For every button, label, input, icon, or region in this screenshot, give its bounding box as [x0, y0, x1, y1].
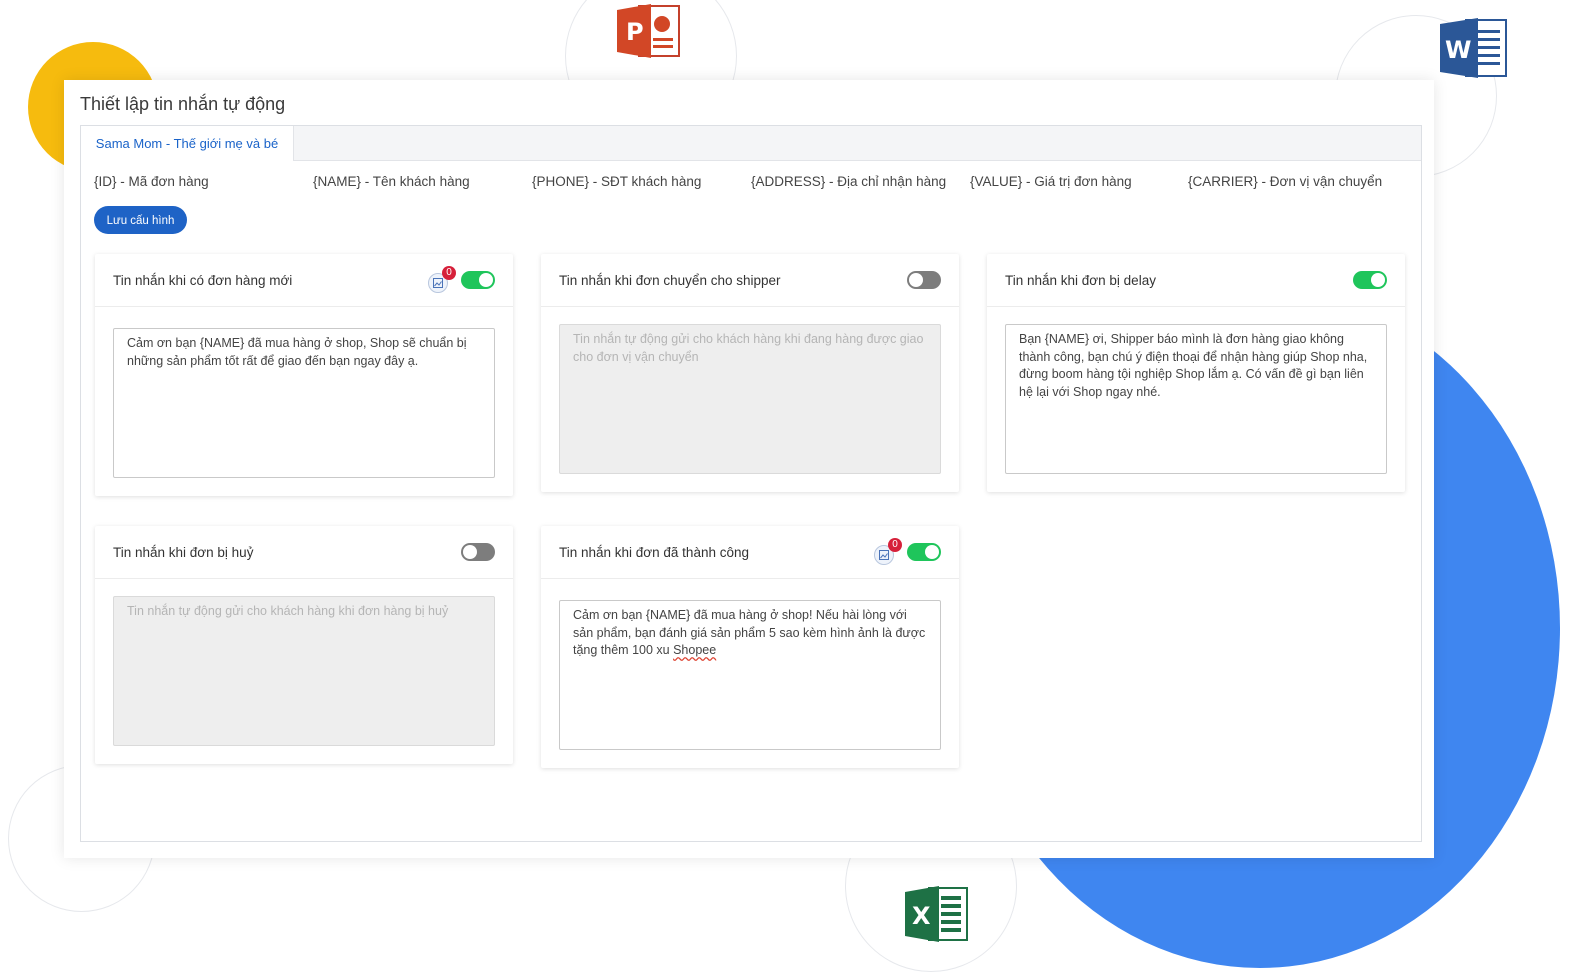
message-textarea[interactable]: Cảm ơn bạn {NAME} đã mua hàng ở shop, Sh…	[113, 328, 495, 478]
card-header: Tin nhắn khi đơn chuyển cho shipper	[541, 254, 959, 307]
image-icon	[879, 550, 889, 560]
image-count-badge: 0	[442, 266, 456, 280]
variable-legend: {ID} - Mã đơn hàng {NAME} - Tên khách hà…	[94, 174, 1414, 194]
card-header: Tin nhắn khi đơn đã thành công 0	[541, 526, 959, 579]
card-header: Tin nhắn khi có đơn hàng mới 0	[95, 254, 513, 307]
page-title: Thiết lập tin nhắn tự động	[80, 94, 286, 114]
excel-icon: X	[905, 886, 968, 942]
card-title: Tin nhắn khi có đơn hàng mới	[113, 273, 293, 288]
svg-text:W: W	[1445, 36, 1471, 64]
message-text-spellcheck: Shopee	[673, 643, 717, 657]
variable-id: {ID} - Mã đơn hàng	[94, 174, 209, 189]
card-header: Tin nhắn khi đơn bị delay	[987, 254, 1405, 307]
enable-toggle[interactable]	[907, 271, 941, 289]
word-icon: W	[1440, 18, 1507, 78]
message-textarea[interactable]: Cảm ơn bạn {NAME} đã mua hàng ở shop! Nế…	[559, 600, 941, 750]
attach-image-button[interactable]: 0	[874, 538, 902, 565]
tab-shop[interactable]: Sama Mom - Thế giới mẹ và bé	[81, 126, 294, 161]
card-title: Tin nhắn khi đơn chuyển cho shipper	[559, 273, 781, 288]
variable-name: {NAME} - Tên khách hàng	[313, 174, 470, 189]
variable-address: {ADDRESS} - Địa chỉ nhận hàng	[751, 174, 947, 189]
settings-frame: Sama Mom - Thế giới mẹ và bé {ID} - Mã đ…	[80, 125, 1422, 842]
attach-image-button[interactable]: 0	[428, 266, 456, 293]
svg-text:P: P	[626, 18, 644, 46]
card-cancelled: Tin nhắn khi đơn bị huỷ Tin nhắn tự động…	[95, 526, 513, 764]
message-text: Cảm ơn bạn {NAME} đã mua hàng ở shop! Nế…	[573, 608, 926, 657]
card-title: Tin nhắn khi đơn bị delay	[1005, 273, 1156, 288]
card-delay: Tin nhắn khi đơn bị delay Bạn {NAME} ơi,…	[987, 254, 1405, 492]
shop-tabbar: Sama Mom - Thế giới mẹ và bé	[81, 126, 1421, 161]
image-icon	[433, 278, 443, 288]
svg-text:X: X	[912, 902, 931, 930]
powerpoint-icon: P	[617, 4, 680, 58]
enable-toggle[interactable]	[461, 271, 495, 289]
variable-phone: {PHONE} - SĐT khách hàng	[532, 174, 702, 189]
card-success: Tin nhắn khi đơn đã thành công 0 Cảm ơn …	[541, 526, 959, 768]
variable-value: {VALUE} - Giá trị đơn hàng	[970, 174, 1132, 189]
enable-toggle[interactable]	[461, 543, 495, 561]
enable-toggle[interactable]	[907, 543, 941, 561]
variable-carrier: {CARRIER} - Đơn vị vận chuyển	[1188, 174, 1383, 189]
image-count-badge: 0	[888, 538, 902, 552]
message-textarea[interactable]: Bạn {NAME} ơi, Shipper báo mình là đơn h…	[1005, 324, 1387, 474]
message-textarea[interactable]: Tin nhắn tự động gửi cho khách hàng khi …	[113, 596, 495, 746]
card-new-order: Tin nhắn khi có đơn hàng mới 0 Cảm ơn bạ…	[95, 254, 513, 496]
save-config-button[interactable]: Lưu cấu hình	[94, 206, 187, 234]
card-shipper: Tin nhắn khi đơn chuyển cho shipper Tin …	[541, 254, 959, 492]
enable-toggle[interactable]	[1353, 271, 1387, 289]
card-title: Tin nhắn khi đơn đã thành công	[559, 545, 749, 560]
message-textarea[interactable]: Tin nhắn tự động gửi cho khách hàng khi …	[559, 324, 941, 474]
card-header: Tin nhắn khi đơn bị huỷ	[95, 526, 513, 579]
card-title: Tin nhắn khi đơn bị huỷ	[113, 545, 254, 560]
auto-message-panel: Thiết lập tin nhắn tự động Sama Mom - Th…	[64, 80, 1434, 858]
